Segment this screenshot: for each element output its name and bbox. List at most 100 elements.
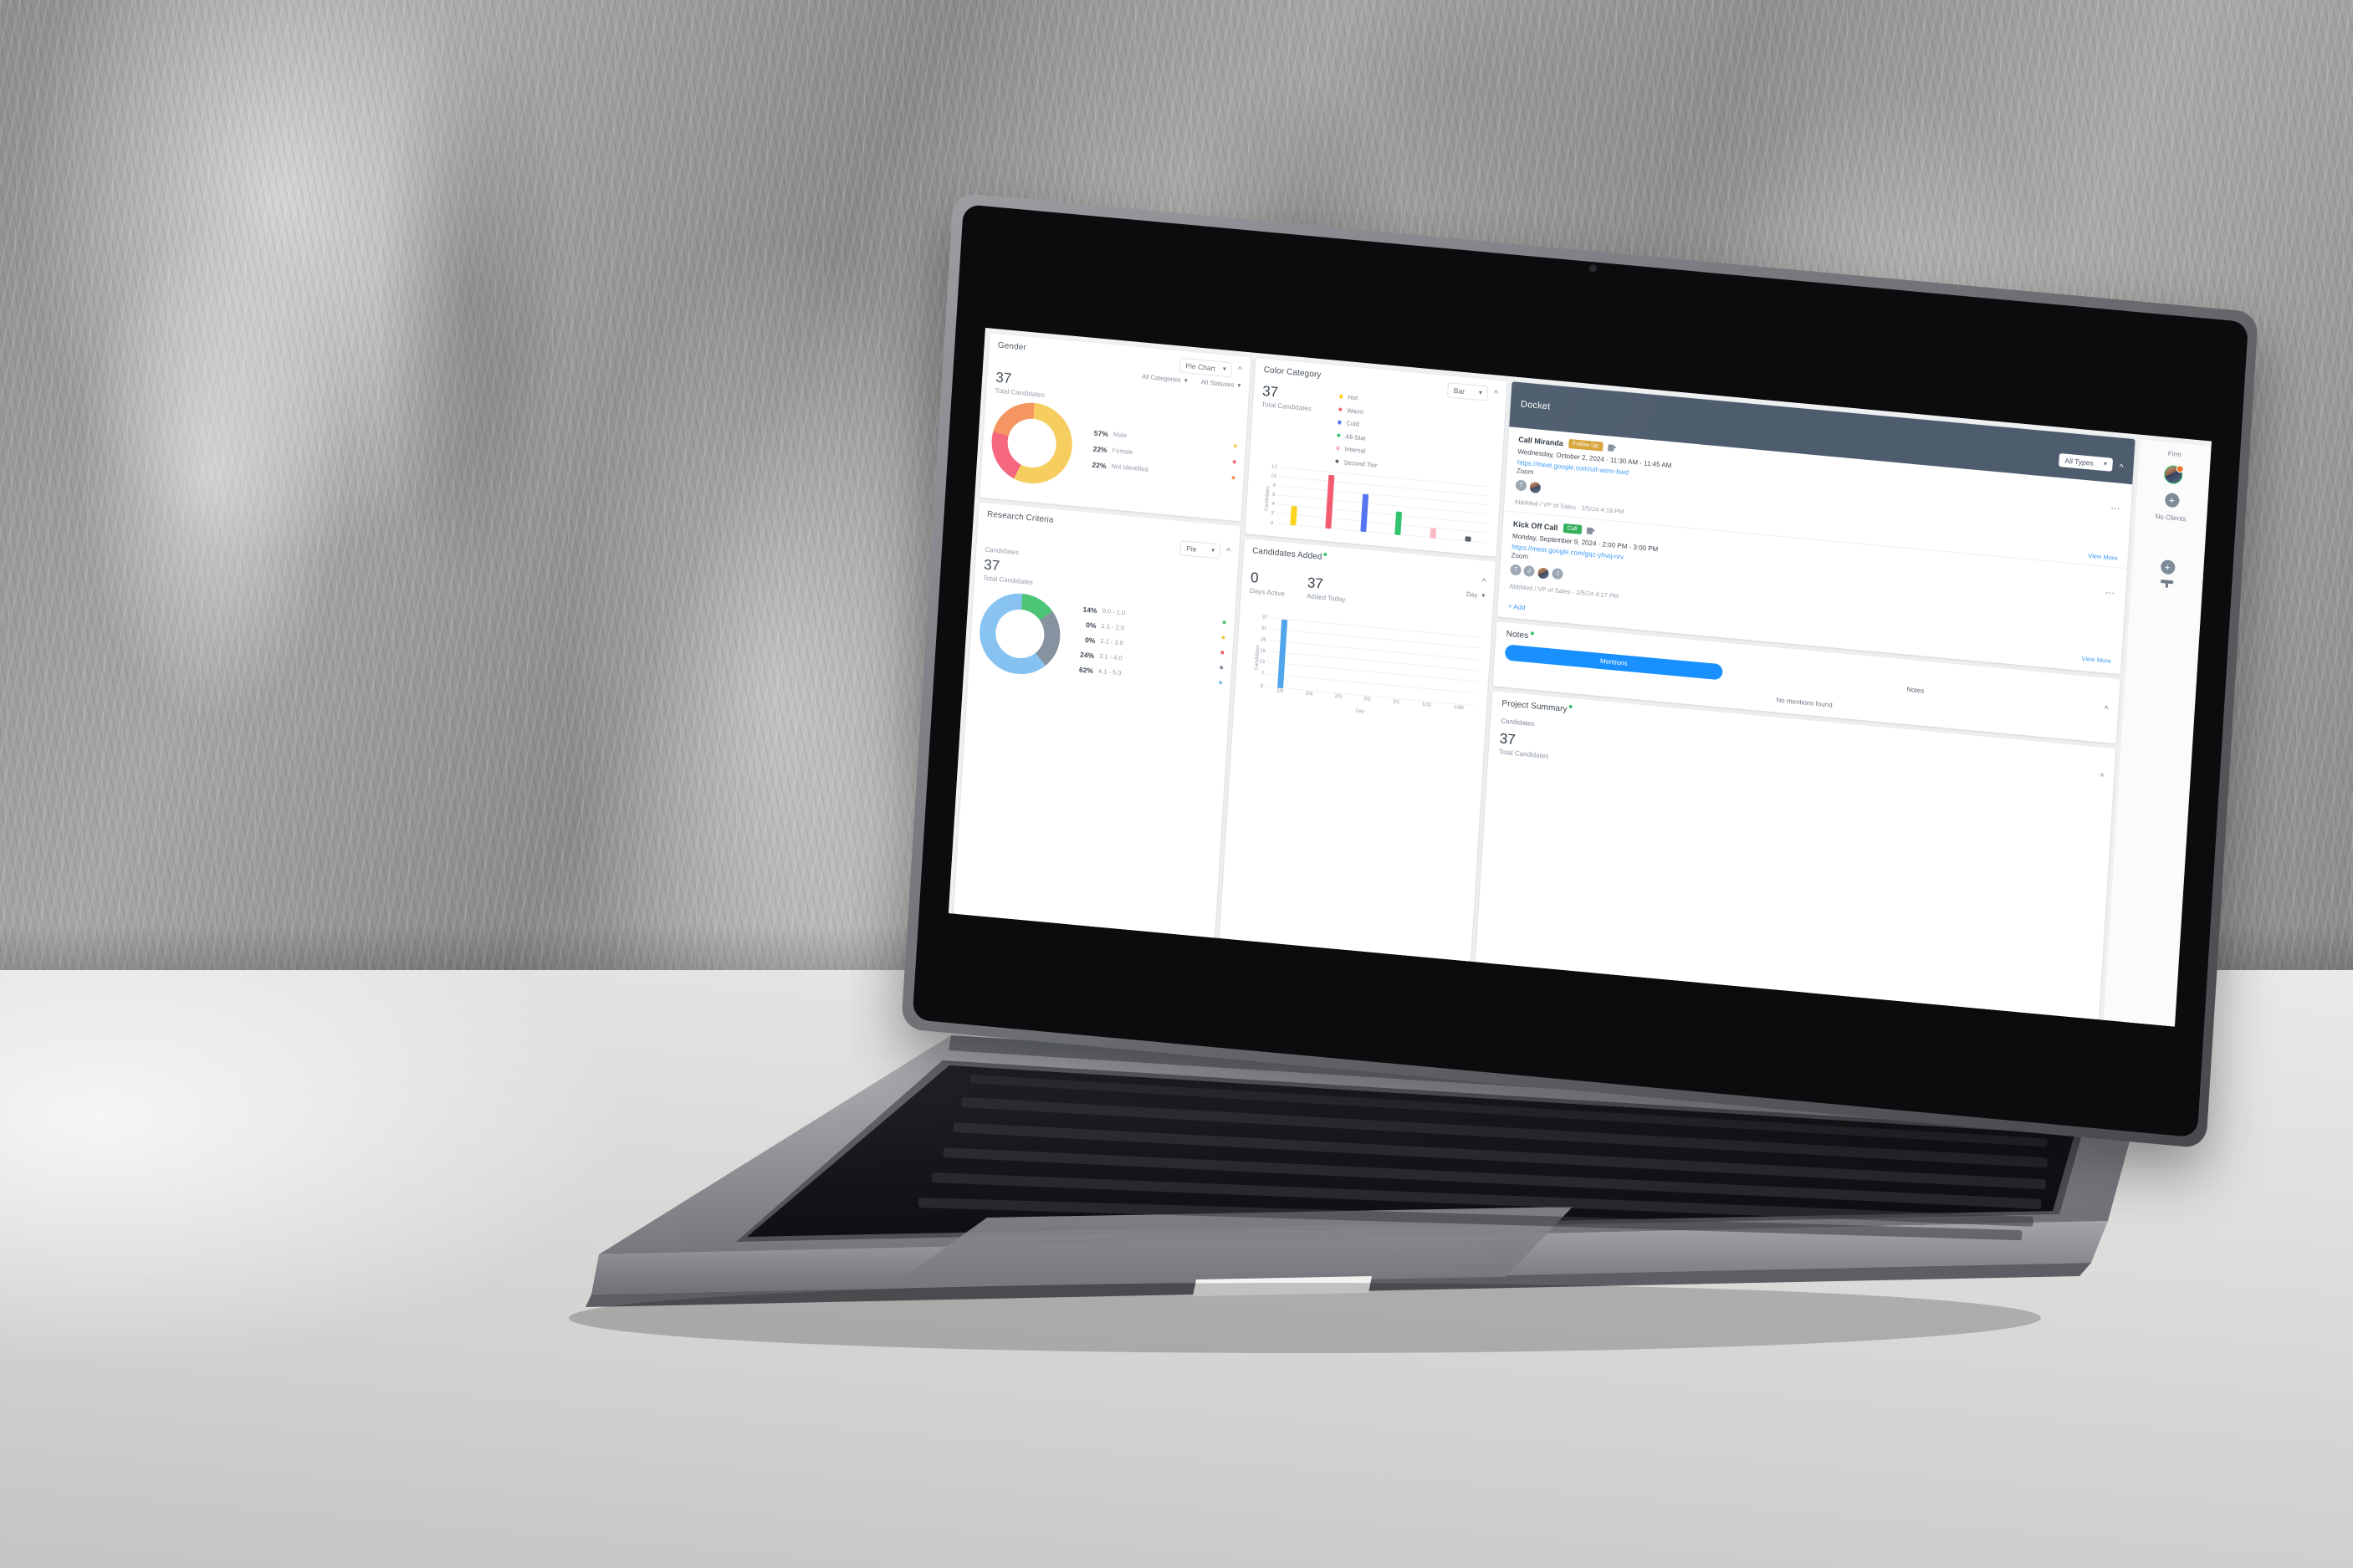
green-status-dot-icon	[1323, 552, 1327, 557]
axis-tick-label: 2/3	[1334, 694, 1343, 700]
legend-label: Second Tier	[1343, 457, 1378, 469]
axis-tick-label: 1/30	[1453, 705, 1464, 712]
legend-item: Warm	[1338, 406, 1381, 417]
axis-tick-label: 0	[1270, 520, 1274, 526]
docket-view-more-link[interactable]: View More	[2081, 655, 2111, 665]
avatar-notification-badge	[2176, 464, 2184, 473]
project-summary-card: Project Summary ^ Candidates 37 Total Ca…	[1475, 691, 2116, 1020]
video-camera-icon	[1607, 443, 1618, 452]
scene: Gender Pie Chart ▾ ^ All Categories ▾ Al…	[0, 0, 2353, 1568]
project-summary-title-text: Project Summary	[1501, 699, 1568, 715]
research-legend: 14% 0.0 - 1.0 0% 1.1 - 2.0 0% 2.1 - 3.0 …	[1063, 604, 1226, 687]
docket-collapse-icon[interactable]: ^	[2119, 463, 2123, 472]
right-column: Docket All Types ▾ ^ Call Miranda Follow…	[1475, 381, 2136, 1020]
legend-item: Second Tier	[1334, 457, 1378, 469]
axis-tick-label: 10	[1270, 473, 1277, 480]
research-criteria-card: Research Criteria Pie ▾ ^ Candidates 37 …	[953, 502, 1240, 938]
color-category-legend: Hot Warm Cold All-Star Internal Second T…	[1315, 389, 1382, 469]
avatar[interactable]	[1528, 480, 1542, 495]
event-view-more-link[interactable]: View More	[2088, 552, 2118, 562]
laptop: Gender Pie Chart ▾ ^ All Categories ▾ Al…	[0, 0, 2353, 1568]
added-collapse-icon[interactable]: ^	[1481, 578, 1486, 587]
legend-color-dot	[1336, 433, 1341, 438]
legend-color-dot	[1337, 420, 1342, 425]
color-category-card: Color Category Bar ▾ ^ 37 Total Candidat…	[1245, 357, 1507, 557]
axis-tick-label: 2/1	[1392, 699, 1400, 706]
desk-lamp-icon[interactable]	[2160, 579, 2173, 585]
color-chart-y-ticks: 0 2 4 6 8 10 12	[1261, 462, 1278, 526]
color-chart-type-value: Bar	[1453, 386, 1466, 396]
gender-card: Gender Pie Chart ▾ ^ All Categories ▾ Al…	[980, 333, 1251, 522]
docket-add-button[interactable]: + Add	[1507, 602, 1525, 611]
legend-percent: 57%	[1093, 428, 1109, 439]
event-title: Kick Off Call	[1512, 518, 1558, 532]
firm-avatar[interactable]	[2163, 464, 2184, 485]
chevron-down-icon: ▾	[1210, 546, 1215, 554]
research-collapse-icon[interactable]: ^	[1226, 547, 1230, 556]
legend-color-dot	[1218, 680, 1223, 685]
axis-tick-label: 7	[1261, 671, 1265, 677]
legend-label: Internal	[1344, 445, 1366, 455]
added-period-select[interactable]: Day ▾	[1466, 590, 1486, 600]
legend-label: Hot	[1348, 393, 1358, 402]
event-more-options-icon[interactable]: ⋯	[2105, 588, 2116, 599]
axis-tick-label: 37	[1261, 615, 1268, 621]
chart-bar	[1290, 506, 1298, 526]
add-client-button[interactable]: +	[2160, 559, 2176, 575]
axis-tick-label: 0	[1260, 683, 1264, 690]
axis-tick-label: 19	[1259, 648, 1266, 655]
legend-color-dot	[1230, 475, 1235, 480]
avatar[interactable]: T	[1515, 479, 1527, 492]
legend-color-dot	[1219, 665, 1224, 670]
project-summary-collapse-icon[interactable]: ^	[2100, 773, 2104, 782]
chart-bar	[1360, 493, 1368, 532]
legend-label: Cold	[1346, 419, 1360, 428]
axis-tick-label: 1/31	[1421, 702, 1432, 708]
avatar[interactable]: J	[1523, 564, 1535, 578]
notes-collapse-icon[interactable]: ^	[2104, 705, 2108, 714]
legend-color-dot	[1334, 459, 1339, 464]
green-status-dot-icon	[1568, 705, 1573, 709]
rail-firm-label: Firm	[2167, 449, 2182, 459]
axis-tick-label: 2/5	[1276, 688, 1284, 695]
legend-label: 3.1 - 4.0	[1098, 651, 1123, 661]
legend-label: 2.1 - 3.0	[1100, 636, 1124, 646]
chevron-down-icon: ▾	[2103, 459, 2108, 468]
days-active-value: 0	[1250, 569, 1260, 587]
chevron-down-icon: ▾	[1478, 388, 1483, 397]
legend-item: Cold	[1337, 418, 1380, 430]
axis-tick-label: 12	[1271, 464, 1277, 471]
days-active-label: Days Active	[1249, 587, 1286, 598]
legend-percent: 0%	[1084, 635, 1096, 646]
avatar[interactable]: T	[1510, 564, 1522, 576]
axis-tick-label: 13	[1258, 659, 1266, 666]
legend-item: Hot	[1338, 392, 1382, 404]
chart-bar	[1394, 511, 1403, 535]
avatar[interactable]: J	[1552, 568, 1563, 580]
avatar[interactable]	[1537, 566, 1550, 580]
legend-percent: 62%	[1078, 665, 1094, 676]
docket-type-filter[interactable]: All Types ▾	[2058, 452, 2114, 472]
chevron-down-icon: ▾	[1237, 381, 1241, 389]
legend-color-dot	[1338, 407, 1343, 412]
event-title: Call Miranda	[1518, 434, 1564, 447]
candidates-added-card: Candidates Added ^ 0 Days Active 37 Adde…	[1219, 538, 1496, 962]
chevron-down-icon: ▾	[1222, 365, 1227, 373]
added-period-value: Day	[1466, 590, 1478, 600]
add-firm-button[interactable]: +	[2164, 492, 2180, 508]
event-more-options-icon[interactable]: ⋯	[2110, 503, 2121, 514]
notes-card-title-text: Notes	[1506, 629, 1529, 641]
gender-collapse-icon[interactable]: ^	[1238, 365, 1242, 375]
legend-label: Warm	[1347, 406, 1364, 416]
axis-tick-label: 2/2	[1363, 697, 1371, 703]
chart-bar	[1464, 536, 1471, 542]
chart-bar	[1277, 619, 1288, 689]
legend-label: Female	[1112, 446, 1134, 456]
rail-no-clients-label: No Clients	[2155, 512, 2187, 524]
legend-color-dot	[1220, 635, 1225, 640]
docket-title: Docket	[1520, 399, 1551, 412]
legend-item: All-Star	[1336, 432, 1379, 443]
gender-card-title: Gender	[997, 340, 1027, 353]
color-collapse-icon[interactable]: ^	[1494, 389, 1498, 398]
event-type-badge: Follow Up	[1568, 438, 1604, 452]
